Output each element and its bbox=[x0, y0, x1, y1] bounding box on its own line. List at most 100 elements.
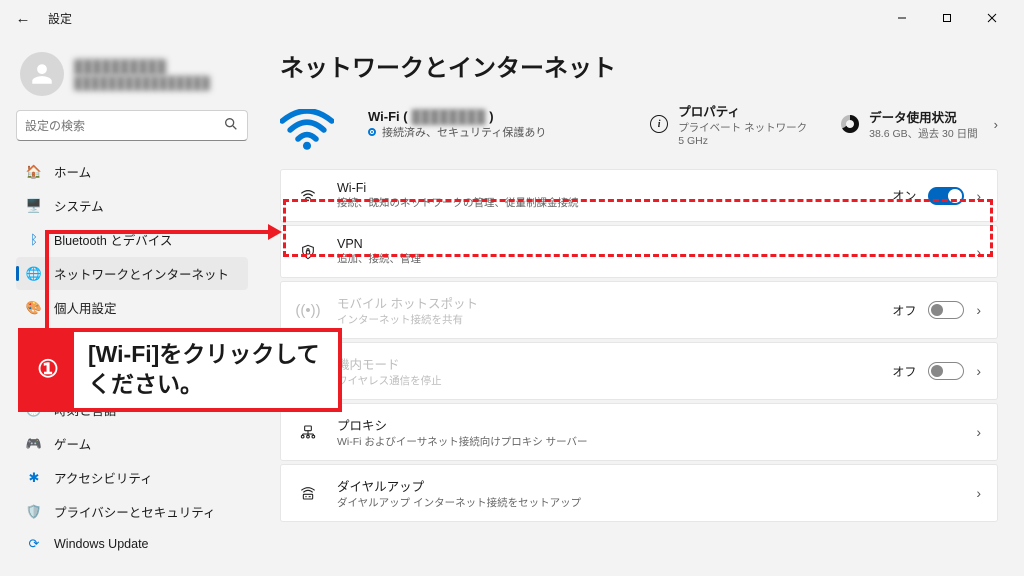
user-subtext: ████████████████ bbox=[74, 76, 210, 90]
annotation-text: [Wi-Fi]をクリックして ください。 bbox=[74, 332, 338, 408]
properties-title: プロパティ bbox=[678, 101, 807, 120]
connection-text: 接続済み、セキュリティ保護あり bbox=[382, 124, 546, 140]
search-icon bbox=[223, 116, 239, 135]
privacy-icon: 🛡️ bbox=[26, 504, 42, 520]
user-name: ██████████ bbox=[74, 59, 210, 74]
nav-bluetooth[interactable]: ᛒ Bluetooth とデバイス bbox=[16, 223, 248, 256]
setting-dialup[interactable]: ダイヤルアップダイヤルアップ インターネット接続をセットアップ › bbox=[280, 464, 998, 522]
nav-accessibility[interactable]: ✱ アクセシビリティ bbox=[16, 461, 248, 494]
item-title: プロキシ bbox=[337, 415, 588, 434]
sidebar: ██████████ ████████████████ 🏠ホーム 🖥️システム … bbox=[0, 36, 258, 576]
nav-system[interactable]: 🖥️ システム bbox=[16, 189, 248, 222]
properties-line1: プライベート ネットワーク bbox=[678, 120, 807, 135]
item-sub: Wi-Fi およびイーサネット接続向けプロキシ サーバー bbox=[337, 434, 588, 449]
hotspot-icon: ((•)) bbox=[297, 302, 319, 319]
setting-proxy[interactable]: プロキシWi-Fi およびイーサネット接続向けプロキシ サーバー › bbox=[280, 403, 998, 461]
nav-label: 個人用設定 bbox=[54, 298, 117, 317]
toggle-state: オン bbox=[892, 187, 916, 204]
item-title: VPN bbox=[337, 237, 421, 251]
nav-label: プライバシーとセキュリティ bbox=[54, 502, 216, 521]
annotation-callout: ① [Wi-Fi]をクリックして ください。 bbox=[18, 328, 342, 412]
data-usage-icon bbox=[841, 115, 859, 133]
connection-status[interactable]: Wi-Fi (████████ ) 接続済み、セキュリティ保護あり bbox=[368, 109, 616, 140]
setting-wifi[interactable]: Wi-Fi接続、既知のネットワークの管理、従量制課金接続 オン › bbox=[280, 169, 998, 222]
item-sub: ダイヤルアップ インターネット接続をセットアップ bbox=[337, 495, 581, 510]
back-button[interactable]: ← bbox=[10, 5, 36, 31]
nav-label: アクセシビリティ bbox=[54, 468, 153, 487]
nav-home[interactable]: 🏠 ホーム bbox=[16, 155, 248, 188]
nav-label: ゲーム bbox=[54, 434, 91, 453]
properties-line2: 5 GHz bbox=[678, 135, 807, 147]
nav-game[interactable]: 🎮 ゲーム bbox=[16, 427, 248, 460]
search-input[interactable] bbox=[25, 119, 223, 133]
network-icon: 🌐 bbox=[26, 266, 42, 282]
wifi-toggle[interactable] bbox=[928, 187, 964, 205]
chevron-right-icon: › bbox=[976, 302, 981, 318]
chevron-right-icon: › bbox=[988, 117, 998, 132]
usage-detail: 38.6 GB、過去 30 日間 bbox=[869, 126, 978, 141]
chevron-right-icon: › bbox=[976, 363, 981, 379]
wifi-icon-large bbox=[280, 97, 334, 151]
toggle-state: オフ bbox=[892, 302, 916, 319]
data-usage-block[interactable]: データ使用状況 38.6 GB、過去 30 日間 › bbox=[841, 107, 998, 141]
settings-list: Wi-Fi接続、既知のネットワークの管理、従量制課金接続 オン › VPN追加、接… bbox=[280, 169, 998, 522]
nav-label: ネットワークとインターネット bbox=[54, 264, 229, 283]
network-status-row: Wi-Fi (████████ ) 接続済み、セキュリティ保護あり i プロパテ… bbox=[280, 97, 998, 151]
setting-airplane[interactable]: ✈ 機内モードワイヤレス通信を停止 オフ› bbox=[280, 342, 998, 400]
nav-label: Windows Update bbox=[54, 537, 149, 551]
user-account-row[interactable]: ██████████ ████████████████ bbox=[16, 44, 248, 110]
setting-hotspot[interactable]: ((•)) モバイル ホットスポットインターネット接続を共有 オフ › bbox=[280, 281, 998, 339]
content-area: ██████████ ████████████████ 🏠ホーム 🖥️システム … bbox=[0, 36, 1024, 576]
minimize-button[interactable] bbox=[880, 3, 924, 33]
item-sub: 追加、接続、管理 bbox=[337, 251, 421, 266]
chevron-right-icon: › bbox=[976, 485, 981, 501]
item-sub: インターネット接続を共有 bbox=[337, 312, 478, 327]
avatar bbox=[20, 52, 64, 96]
nav-personalization[interactable]: 🎨 個人用設定 bbox=[16, 291, 248, 324]
nav-label: Bluetooth とデバイス bbox=[54, 230, 172, 249]
connected-icon bbox=[368, 128, 376, 136]
close-button[interactable] bbox=[970, 3, 1014, 33]
item-sub: 接続、既知のネットワークの管理、従量制課金接続 bbox=[337, 195, 579, 210]
accessibility-icon: ✱ bbox=[26, 470, 42, 486]
search-box[interactable] bbox=[16, 110, 248, 141]
nav-privacy[interactable]: 🛡️ プライバシーとセキュリティ bbox=[16, 495, 248, 528]
update-icon: ⟳ bbox=[26, 536, 42, 552]
proxy-icon bbox=[297, 424, 319, 440]
wifi-label: Wi-Fi ( bbox=[368, 109, 408, 124]
chevron-right-icon: › bbox=[976, 244, 981, 260]
item-sub: ワイヤレス通信を停止 bbox=[337, 373, 442, 388]
wifi-ssid: ████████ bbox=[412, 109, 486, 124]
bluetooth-icon: ᛒ bbox=[26, 232, 42, 248]
nav-network[interactable]: 🌐 ネットワークとインターネット bbox=[16, 257, 248, 290]
window-controls bbox=[880, 3, 1014, 33]
chevron-right-icon: › bbox=[976, 424, 981, 440]
airplane-toggle[interactable] bbox=[928, 362, 964, 380]
titlebar: ← 設定 bbox=[0, 0, 1024, 36]
settings-window: ← 設定 ██████████ ████████████████ bbox=[0, 0, 1024, 576]
dialup-icon bbox=[297, 485, 319, 501]
nav-label: ホーム bbox=[54, 162, 91, 181]
hotspot-toggle[interactable] bbox=[928, 301, 964, 319]
system-icon: 🖥️ bbox=[26, 198, 42, 214]
nav-update[interactable]: ⟳ Windows Update bbox=[16, 529, 248, 559]
chevron-right-icon: › bbox=[976, 188, 981, 204]
game-icon: 🎮 bbox=[26, 436, 42, 452]
maximize-button[interactable] bbox=[925, 3, 969, 33]
page-title: ネットワークとインターネット bbox=[280, 48, 998, 83]
toggle-state: オフ bbox=[892, 363, 916, 380]
properties-block[interactable]: i プロパティ プライベート ネットワーク 5 GHz bbox=[650, 101, 807, 147]
home-icon: 🏠 bbox=[26, 164, 42, 180]
nav-label: システム bbox=[54, 196, 104, 215]
item-title: 機内モード bbox=[337, 354, 442, 373]
item-title: Wi-Fi bbox=[337, 181, 579, 195]
personalize-icon: 🎨 bbox=[26, 300, 42, 316]
setting-vpn[interactable]: VPN追加、接続、管理 › bbox=[280, 225, 998, 278]
main-panel: ネットワークとインターネット Wi-Fi (████████ ) 接続済み、セキ… bbox=[258, 36, 1024, 576]
annotation-step-number: ① bbox=[22, 332, 74, 408]
item-title: モバイル ホットスポット bbox=[337, 293, 478, 312]
usage-title: データ使用状況 bbox=[869, 107, 978, 126]
item-title: ダイヤルアップ bbox=[337, 476, 581, 495]
window-title: 設定 bbox=[48, 10, 72, 27]
info-icon: i bbox=[650, 115, 668, 133]
